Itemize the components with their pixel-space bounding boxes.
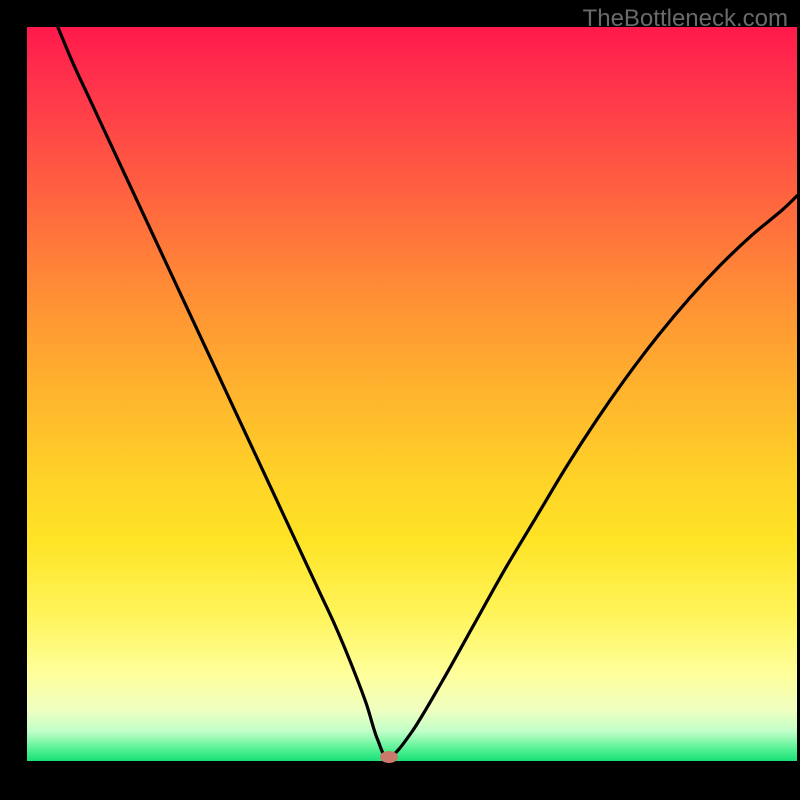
chart-plot-area bbox=[27, 27, 797, 761]
watermark-text: TheBottleneck.com bbox=[583, 5, 788, 33]
optimum-marker bbox=[380, 751, 398, 763]
bottleneck-curve bbox=[27, 27, 797, 761]
